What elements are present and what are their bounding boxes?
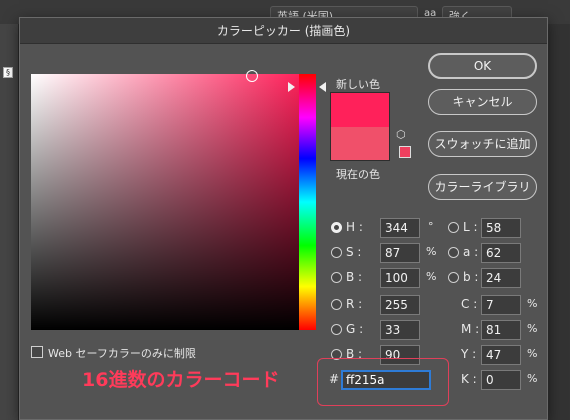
websafe-color-swatch[interactable]: [399, 146, 411, 158]
hex-annotation: 16進数のカラーコード: [82, 369, 280, 391]
color-field-cursor[interactable]: [246, 70, 258, 82]
hue-unit: °: [428, 220, 434, 233]
current-color-swatch[interactable]: [330, 127, 390, 161]
websafe-label: Web セーフカラーのみに制限: [48, 347, 196, 360]
new-color-label: 新しい色: [336, 78, 380, 91]
lab-l-input[interactable]: 58: [481, 218, 521, 238]
red-label: R :: [346, 297, 363, 311]
cancel-button[interactable]: キャンセル: [428, 89, 537, 115]
lab-a-radio[interactable]: [448, 247, 459, 258]
brightness-radio[interactable]: [331, 272, 342, 283]
black-unit: %: [527, 372, 538, 385]
lab-b-radio[interactable]: [448, 272, 459, 283]
color-libraries-button[interactable]: カラーライブラリ: [428, 174, 537, 200]
hue-slider-left-arrow-icon[interactable]: [288, 82, 295, 92]
brightness-label: B :: [346, 270, 363, 284]
hex-input[interactable]: ff215a: [341, 370, 431, 390]
layer-marker-icon: §: [3, 67, 13, 78]
current-color-label: 現在の色: [336, 168, 380, 181]
hue-slider-right-arrow-icon[interactable]: [319, 82, 326, 92]
cyan-input[interactable]: 7: [481, 295, 521, 315]
black-input[interactable]: 0: [481, 370, 521, 390]
black-label: K :: [461, 372, 477, 386]
color-field[interactable]: [31, 74, 300, 330]
magenta-unit: %: [527, 322, 538, 335]
cyan-label: C :: [461, 297, 478, 311]
brightness-input[interactable]: 100: [380, 268, 420, 288]
lab-b-input[interactable]: 24: [481, 268, 521, 288]
ok-button[interactable]: OK: [428, 53, 537, 79]
yellow-label: Y :: [461, 347, 477, 361]
lab-l-label: L :: [463, 220, 478, 234]
color-picker-dialog: カラーピッカー (描画色) 新しい色 現在の色 ⬡ OK キャンセル スウォッチ…: [19, 17, 548, 420]
lab-b-label: b :: [463, 270, 479, 284]
hue-input[interactable]: 344: [380, 218, 420, 238]
saturation-label: S :: [346, 245, 362, 259]
yellow-unit: %: [527, 347, 538, 360]
hue-label: H :: [346, 220, 363, 234]
add-to-swatches-button[interactable]: スウォッチに追加: [428, 131, 537, 157]
dialog-title: カラーピッカー (描画色): [20, 18, 547, 44]
app-tool-strip: [0, 24, 18, 420]
new-color-swatch: [330, 92, 390, 127]
saturation-radio[interactable]: [331, 247, 342, 258]
websafe-cube-icon[interactable]: ⬡: [396, 128, 406, 141]
websafe-checkbox[interactable]: [31, 346, 43, 358]
green-label: G :: [346, 322, 364, 336]
red-input[interactable]: 255: [380, 295, 420, 315]
hue-slider[interactable]: [299, 74, 316, 330]
cyan-unit: %: [527, 297, 538, 310]
lab-l-radio[interactable]: [448, 222, 459, 233]
lab-a-label: a :: [463, 245, 479, 259]
brightness-unit: %: [426, 270, 437, 283]
saturation-input[interactable]: 87: [380, 243, 420, 263]
lab-a-input[interactable]: 62: [481, 243, 521, 263]
magenta-label: M :: [461, 322, 480, 336]
saturation-unit: %: [426, 245, 437, 258]
hue-radio[interactable]: [331, 222, 342, 233]
green-radio[interactable]: [331, 324, 342, 335]
yellow-input[interactable]: 47: [481, 345, 521, 365]
red-radio[interactable]: [331, 299, 342, 310]
green-input[interactable]: 33: [380, 320, 420, 340]
magenta-input[interactable]: 81: [481, 320, 521, 340]
app-right-panel: [548, 24, 570, 420]
hex-label: #: [329, 372, 340, 386]
